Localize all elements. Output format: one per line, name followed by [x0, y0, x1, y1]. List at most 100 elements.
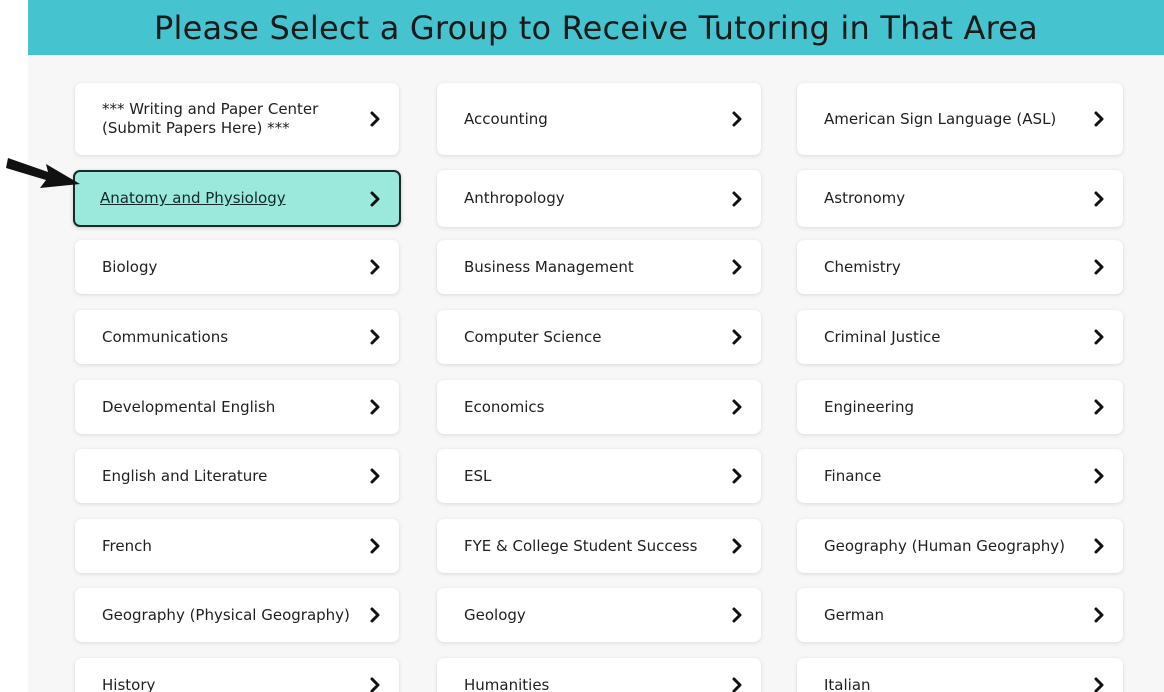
chevron-right-icon: [732, 191, 742, 206]
group-label: Chemistry: [824, 257, 901, 276]
group-label: Anatomy and Physiology: [100, 189, 286, 207]
chevron-right-icon: [727, 466, 747, 486]
chevron-right-icon: [1089, 605, 1109, 625]
chevron-right-icon: [370, 607, 380, 623]
chevron-right-icon: [365, 675, 385, 692]
group-label: Humanities: [464, 675, 550, 692]
chevron-right-icon: [365, 257, 385, 277]
group-card[interactable]: Biology: [75, 240, 399, 294]
group-label: Geography (Human Geography): [824, 536, 1065, 555]
chevron-right-icon: [1089, 327, 1109, 347]
group-label: Italian: [824, 675, 871, 692]
group-card-selected[interactable]: Anatomy and Physiology: [73, 170, 401, 227]
chevron-right-icon: [365, 466, 385, 486]
group-card[interactable]: Engineering: [797, 380, 1123, 434]
chevron-right-icon: [1089, 397, 1109, 417]
group-card[interactable]: Criminal Justice: [797, 310, 1123, 364]
chevron-right-icon: [1089, 536, 1109, 556]
chevron-right-icon: [370, 677, 380, 692]
arrow-pointer-icon: [6, 158, 80, 188]
chevron-right-icon: [727, 109, 747, 129]
group-card[interactable]: Business Management: [437, 240, 761, 294]
group-label: ESL: [464, 466, 492, 485]
chevron-right-icon: [370, 468, 380, 484]
page-title: Please Select a Group to Receive Tutorin…: [154, 8, 1038, 47]
group-label: French: [102, 536, 152, 555]
chevron-right-icon: [370, 111, 380, 127]
chevron-right-icon: [732, 111, 742, 127]
chevron-right-icon: [370, 538, 380, 554]
group-label: Anthropology: [464, 189, 565, 207]
group-label: Criminal Justice: [824, 327, 941, 346]
group-card[interactable]: Developmental English: [75, 380, 399, 434]
group-card[interactable]: Geology: [437, 588, 761, 642]
chevron-right-icon: [365, 189, 385, 209]
group-label: Communications: [102, 327, 229, 346]
chevron-right-icon: [727, 675, 747, 692]
chevron-right-icon: [727, 327, 747, 347]
group-card[interactable]: Chemistry: [797, 240, 1123, 294]
chevron-right-icon: [365, 109, 385, 129]
chevron-right-icon: [732, 607, 742, 623]
chevron-right-icon: [1089, 257, 1109, 277]
chevron-right-icon: [1089, 189, 1109, 209]
chevron-right-icon: [732, 468, 742, 484]
group-label: *** Writing and Paper Center (Submit Pap…: [102, 100, 319, 137]
chevron-right-icon: [732, 259, 742, 275]
chevron-right-icon: [1094, 538, 1104, 554]
group-card[interactable]: American Sign Language (ASL): [797, 83, 1123, 155]
group-card[interactable]: Geography (Physical Geography): [75, 588, 399, 642]
header-banner: Please Select a Group to Receive Tutorin…: [28, 0, 1164, 55]
chevron-right-icon: [1094, 329, 1104, 345]
group-label: Engineering: [824, 397, 914, 416]
group-label: English and Literature: [102, 466, 268, 485]
group-card[interactable]: Communications: [75, 310, 399, 364]
chevron-right-icon: [1094, 191, 1104, 206]
group-card[interactable]: *** Writing and Paper Center (Submit Pap…: [75, 83, 399, 155]
group-card[interactable]: Humanities: [437, 658, 761, 692]
chevron-right-icon: [1089, 675, 1109, 692]
chevron-right-icon: [1094, 468, 1104, 484]
group-card[interactable]: Accounting: [437, 83, 761, 155]
group-label: Astronomy: [824, 189, 906, 207]
group-label: Biology: [102, 257, 158, 276]
group-card[interactable]: ESL: [437, 449, 761, 503]
chevron-right-icon: [370, 191, 380, 206]
group-label: Economics: [464, 397, 545, 416]
tutoring-page: Please Select a Group to Receive Tutorin…: [0, 0, 1164, 692]
group-card[interactable]: History: [75, 658, 399, 692]
chevron-right-icon: [732, 538, 742, 554]
group-label: Computer Science: [464, 327, 602, 346]
chevron-right-icon: [365, 327, 385, 347]
chevron-right-icon: [370, 329, 380, 345]
group-list: *** Writing and Paper Center (Submit Pap…: [28, 55, 1164, 692]
group-card[interactable]: Economics: [437, 380, 761, 434]
group-card[interactable]: German: [797, 588, 1123, 642]
group-label: Finance: [824, 466, 882, 485]
group-label: Developmental English: [102, 397, 276, 416]
chevron-right-icon: [727, 536, 747, 556]
group-label: History: [102, 675, 156, 692]
group-label: Business Management: [464, 257, 634, 276]
group-label: German: [824, 605, 885, 624]
chevron-right-icon: [1094, 399, 1104, 415]
group-card[interactable]: Computer Science: [437, 310, 761, 364]
group-card[interactable]: Italian: [797, 658, 1123, 692]
group-card[interactable]: French: [75, 519, 399, 573]
group-label: American Sign Language (ASL): [824, 109, 1057, 128]
group-card[interactable]: English and Literature: [75, 449, 399, 503]
group-card[interactable]: Anthropology: [437, 170, 761, 227]
chevron-right-icon: [727, 397, 747, 417]
chevron-right-icon: [732, 677, 742, 692]
chevron-right-icon: [1089, 109, 1109, 129]
chevron-right-icon: [365, 536, 385, 556]
group-card[interactable]: Geography (Human Geography): [797, 519, 1123, 573]
chevron-right-icon: [365, 397, 385, 417]
group-card[interactable]: Astronomy: [797, 170, 1123, 227]
group-label: FYE & College Student Success: [464, 536, 698, 555]
chevron-right-icon: [365, 605, 385, 625]
chevron-right-icon: [732, 399, 742, 415]
group-card[interactable]: Finance: [797, 449, 1123, 503]
group-card[interactable]: FYE & College Student Success: [437, 519, 761, 573]
chevron-right-icon: [1094, 259, 1104, 275]
